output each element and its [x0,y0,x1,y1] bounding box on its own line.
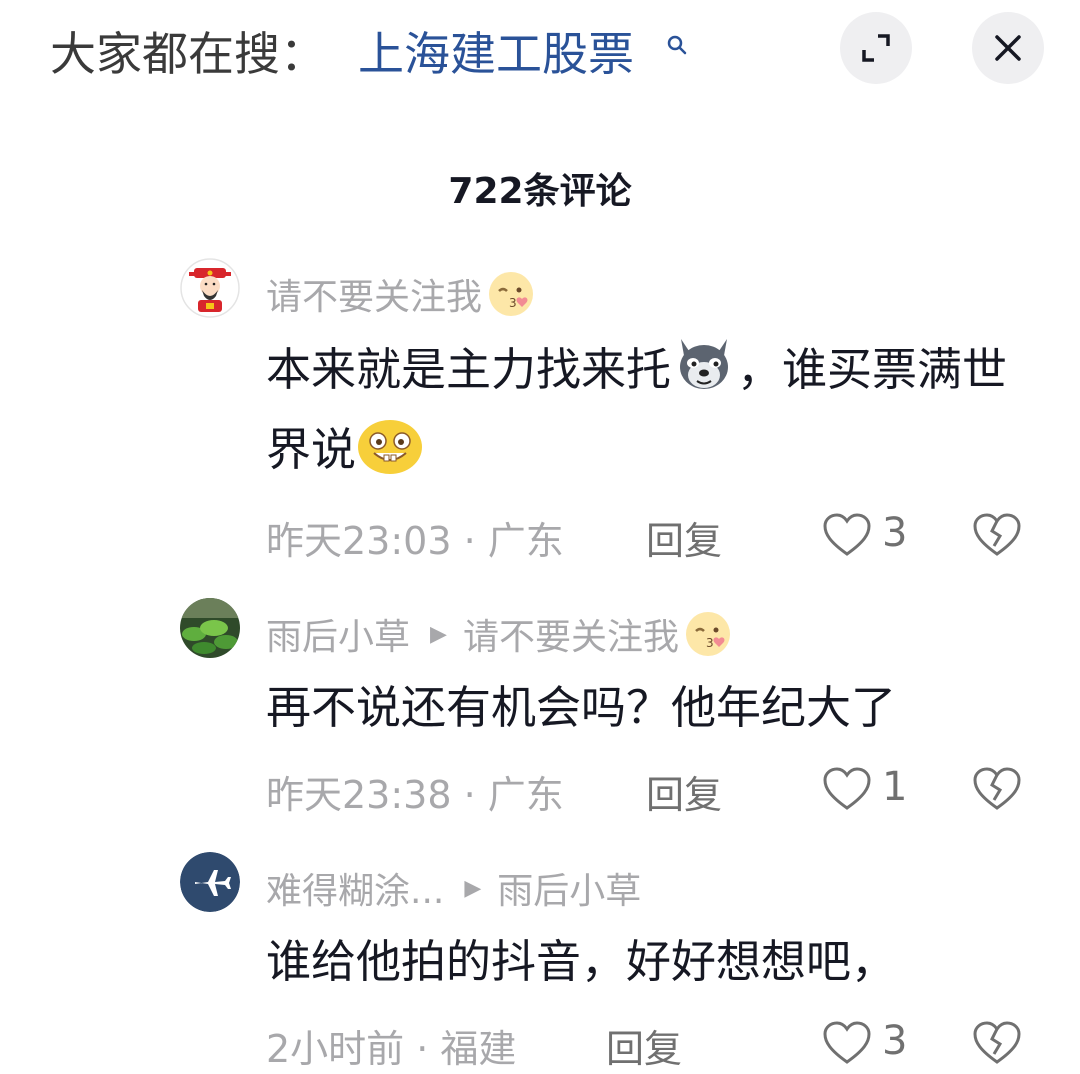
reply-button[interactable]: 回复 [606,1018,682,1073]
comment-time-location: 昨天23:03 · 广东 [266,519,564,563]
reply-button[interactable]: 回复 [646,510,722,565]
comment-username-line: 难得糊涂... ▶ 雨后小草 [266,862,641,914]
kiss-wink-emoji-icon: 3 [489,272,534,316]
reply-arrow-icon: ▶ [464,875,482,901]
comment-username[interactable]: 难得糊涂... [266,862,444,914]
like-heart-icon[interactable] [822,512,872,558]
dislike-broken-heart-icon[interactable] [972,766,1022,812]
like-count: 1 [882,764,908,810]
reply-arrow-icon: ▶ [430,621,447,647]
grin-emoji-icon [358,420,423,474]
comment-text: 本来就是主力找来托 ，谁买票满世界说 [266,330,1026,490]
avatar[interactable] [180,852,240,912]
reply-to-username[interactable]: 雨后小草 [497,862,641,914]
search-prefix-label: 大家都在搜： [50,27,326,81]
search-keyword-link[interactable]: 上海建工股票 [358,18,634,84]
comment-text: 再不说还有机会吗？他年纪大了 [266,668,1026,748]
comment-username[interactable]: 雨后小草 [266,608,410,660]
expand-button[interactable] [840,12,912,84]
dislike-broken-heart-icon[interactable] [972,512,1022,558]
comment-meta: 昨天23:38 · 广东 回复 1 [266,764,1046,817]
svg-text:3: 3 [706,636,714,650]
plant-photo-avatar-icon [180,598,240,658]
comment-username[interactable]: 请不要关注我 [266,268,482,320]
close-button[interactable] [972,12,1044,84]
comment-meta: 昨天23:03 · 广东 回复 3 [266,510,1046,563]
comment-username-line: 雨后小草 ▶ 请不要关注我 3 [266,608,733,660]
comment-time-location: 2小时前 · 福建 [266,1027,517,1071]
fortune-god-avatar-icon [180,258,240,318]
comment-text-part: 再不说还有机会吗？他年纪大了 [266,681,897,734]
reply-to-username[interactable]: 请不要关注我 [463,608,679,660]
expand-icon [862,34,890,62]
dislike-broken-heart-icon[interactable] [972,1020,1022,1066]
comment-text-part: 本来就是主力找来托 [266,343,672,396]
reply-button[interactable]: 回复 [646,764,722,819]
like-count: 3 [882,1018,908,1064]
comments-count-title: 722条评论 [448,171,632,212]
avatar[interactable] [180,258,240,318]
svg-text:3: 3 [509,296,517,310]
comment-meta: 2小时前 · 福建 回复 3 [266,1018,1046,1071]
comment-username-line: 请不要关注我 3 [266,268,536,320]
like-heart-icon[interactable] [822,1020,872,1066]
like-count: 3 [882,510,908,556]
airplane-avatar-icon [180,852,240,912]
search-icon[interactable] [666,34,688,56]
close-icon [995,35,1021,61]
comment-time-location: 昨天23:38 · 广东 [266,773,564,817]
like-heart-icon[interactable] [822,766,872,812]
search-suggestion-bar: 大家都在搜： 上海建工股票 [0,0,1080,100]
wolf-emoji-icon [680,339,729,389]
avatar[interactable] [180,598,240,658]
comment-text-part: 谁给他拍的抖音，好好想想吧， [266,935,897,988]
kiss-wink-emoji-icon: 3 [685,612,730,656]
comment-text: 谁给他拍的抖音，好好想想吧， [266,922,1026,1002]
